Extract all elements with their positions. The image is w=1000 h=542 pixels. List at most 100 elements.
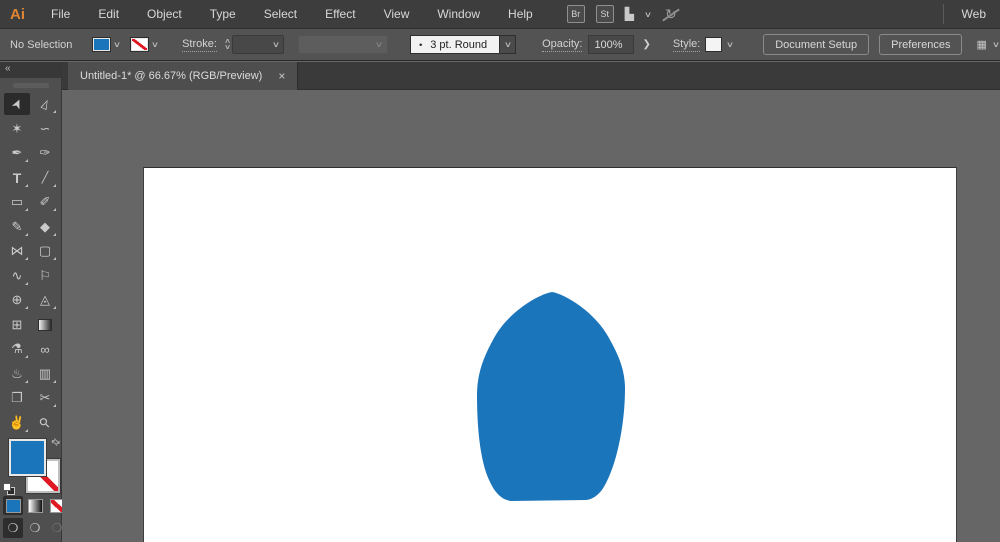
stroke-none-swatch[interactable] bbox=[130, 37, 150, 52]
stroke-weight-label[interactable]: Stroke: bbox=[182, 38, 217, 52]
free-transform-tool[interactable]: ▢ bbox=[32, 240, 58, 262]
stock-button[interactable]: St bbox=[595, 5, 614, 23]
magic-wand-tool[interactable]: ✶ bbox=[4, 118, 30, 140]
column-graph-tool[interactable]: ▥ bbox=[32, 363, 58, 385]
fill-color-control[interactable]: ∨ bbox=[92, 37, 121, 52]
brush-definition-value[interactable]: • 3 pt. Round bbox=[410, 35, 501, 54]
selection-tool[interactable]: ➤ bbox=[4, 93, 30, 116]
perspective-grid-tool-icon: ◬ bbox=[40, 292, 50, 308]
slice-tool[interactable]: ✂ bbox=[32, 387, 58, 409]
document-tab[interactable]: Untitled-1* @ 66.67% (RGB/Preview) × bbox=[68, 62, 299, 90]
canvas-pasteboard[interactable] bbox=[62, 90, 1000, 542]
artboard-tool[interactable]: ❐ bbox=[4, 387, 30, 409]
brush-definition-dropdown-button[interactable]: ∨ bbox=[500, 35, 517, 54]
arrange-documents-icon[interactable]: ▙ bbox=[625, 7, 634, 21]
opacity-input[interactable]: 100% bbox=[588, 35, 635, 54]
line-segment-tool[interactable]: ╱ bbox=[32, 167, 58, 189]
chevron-down-icon[interactable]: ∨ bbox=[113, 40, 121, 49]
symbol-sprayer-tool-icon: ♨ bbox=[11, 365, 23, 381]
width-tool-icon: ∿ bbox=[11, 267, 23, 283]
style-swatch[interactable] bbox=[705, 37, 723, 52]
artwork-layer bbox=[477, 292, 625, 501]
variable-width-profile-dropdown: ∨ bbox=[298, 35, 389, 54]
reflect-tool[interactable]: ⋈ bbox=[4, 240, 30, 262]
menu-item-object[interactable]: Object bbox=[133, 0, 196, 28]
chevron-down-icon[interactable]: ∨ bbox=[992, 40, 1000, 49]
tools-panel-grip[interactable] bbox=[13, 83, 49, 88]
menu-item-select[interactable]: Select bbox=[250, 0, 311, 28]
paint-style-row bbox=[3, 496, 67, 515]
hand-tool[interactable]: ✌ bbox=[4, 412, 30, 434]
menu-item-window[interactable]: Window bbox=[423, 0, 494, 28]
paintbrush-tool[interactable]: ✐ bbox=[32, 191, 58, 213]
opacity-label[interactable]: Opacity: bbox=[542, 38, 583, 52]
close-tab-icon[interactable]: × bbox=[278, 69, 285, 83]
blue-blob-shape[interactable] bbox=[477, 292, 625, 501]
draw-normal-button[interactable]: ❍ bbox=[3, 518, 23, 538]
pencil-tool[interactable]: ✎ bbox=[4, 216, 30, 238]
document-tab-bar: Untitled-1* @ 66.67% (RGB/Preview) × bbox=[62, 62, 1000, 90]
column-graph-tool-icon: ▥ bbox=[38, 365, 52, 381]
menu-item-help[interactable]: Help bbox=[494, 0, 547, 28]
stroke-weight-stepper[interactable]: ∧ ∨ bbox=[224, 38, 231, 51]
curvature-tool-icon: ✑ bbox=[39, 145, 51, 161]
blend-tool-icon: ∞ bbox=[40, 341, 50, 357]
width-tool[interactable]: ∿ bbox=[4, 265, 30, 287]
graphic-style-control: Style: ∨ bbox=[672, 37, 734, 52]
rectangle-tool[interactable]: ▭ bbox=[4, 191, 30, 213]
chevron-down-icon[interactable]: ∨ bbox=[726, 40, 734, 49]
symbol-sprayer-tool[interactable]: ♨ bbox=[4, 363, 30, 385]
default-fill-stroke-icon[interactable] bbox=[3, 483, 15, 495]
menu-item-effect[interactable]: Effect bbox=[311, 0, 369, 28]
stroke-weight-dropdown[interactable]: ∨ bbox=[232, 35, 285, 54]
document-setup-button[interactable]: Document Setup bbox=[763, 34, 870, 55]
gradient-tool[interactable]: ▉ bbox=[32, 314, 58, 336]
puppet-warp-tool[interactable]: ⚐ bbox=[32, 265, 58, 287]
collapse-panel-icon[interactable]: « bbox=[5, 63, 11, 74]
lasso-tool-icon: ∽ bbox=[39, 120, 51, 136]
chevron-down-icon[interactable]: ∨ bbox=[644, 10, 652, 19]
free-transform-tool-icon: ▢ bbox=[38, 243, 52, 259]
bridge-button[interactable]: Br bbox=[566, 5, 585, 23]
draw-behind-button[interactable]: ❍ bbox=[25, 518, 45, 538]
menu-item-view[interactable]: View bbox=[370, 0, 424, 28]
menu-item-type[interactable]: Type bbox=[196, 0, 250, 28]
swap-fill-stroke-icon[interactable]: ⇄ bbox=[48, 436, 62, 450]
stepper-down-icon[interactable]: ∨ bbox=[224, 44, 231, 51]
preferences-button[interactable]: Preferences bbox=[879, 34, 963, 55]
fill-color-swatch[interactable] bbox=[92, 37, 112, 52]
brush-definition-control[interactable]: • 3 pt. Round ∨ bbox=[410, 35, 517, 54]
menu-bar: Ai File Edit Object Type Select Effect View Win… bbox=[0, 0, 1000, 28]
mesh-tool[interactable]: ⊞ bbox=[4, 314, 30, 336]
opacity-expand-icon[interactable]: ❯ bbox=[640, 39, 652, 50]
fill-indicator[interactable] bbox=[9, 439, 46, 476]
type-tool[interactable]: T bbox=[4, 167, 30, 189]
zoom-tool[interactable]: ⚲ bbox=[32, 412, 58, 434]
blend-tool[interactable]: ∞ bbox=[32, 338, 58, 360]
menu-items: File Edit Object Type Select Effect View Window… bbox=[37, 0, 547, 28]
lasso-tool[interactable]: ∽ bbox=[32, 118, 58, 140]
artboard[interactable] bbox=[143, 167, 957, 542]
eraser-tool-icon: ◆ bbox=[40, 218, 50, 234]
paintbrush-tool-icon: ✐ bbox=[39, 194, 51, 210]
tools-panel: « ➤ ▻ ✶ ∽ ✒ ✑ T ╱ ▭ ✐ ✎ ◆ ⋈ ▢ ∿ ⚐ ⊕ ◬ ⊞ ▉ ⚗ ∞ ♨ ▥ ❐ ✂ ✌ ⚲ ⇄ bbox=[0, 62, 65, 542]
eyedropper-tool[interactable]: ⚗ bbox=[4, 338, 30, 360]
opacity-control: Opacity: 100% ❯ bbox=[542, 35, 653, 54]
shape-builder-tool[interactable]: ⊕ bbox=[4, 289, 30, 311]
menu-item-edit[interactable]: Edit bbox=[84, 0, 133, 28]
chevron-down-icon[interactable]: ∨ bbox=[151, 40, 159, 49]
style-label[interactable]: Style: bbox=[672, 38, 701, 52]
sync-disabled-icon[interactable]: ↻ bbox=[662, 6, 680, 23]
stroke-color-control[interactable]: ∨ bbox=[130, 37, 159, 52]
menu-item-file[interactable]: File bbox=[37, 0, 84, 28]
eraser-tool[interactable]: ◆ bbox=[32, 216, 58, 238]
workspace-switcher[interactable]: Web bbox=[942, 4, 1000, 24]
gradient-button[interactable] bbox=[25, 496, 45, 515]
align-panel-icon[interactable]: ▦ bbox=[976, 38, 986, 51]
direct-selection-tool[interactable]: ▻ bbox=[32, 93, 58, 115]
perspective-grid-tool[interactable]: ◬ bbox=[32, 289, 58, 311]
curvature-tool[interactable]: ✑ bbox=[32, 142, 58, 164]
pen-tool[interactable]: ✒ bbox=[4, 142, 30, 164]
align-options-control[interactable]: ▦ ∨ bbox=[976, 38, 1000, 51]
color-button[interactable] bbox=[3, 496, 23, 515]
